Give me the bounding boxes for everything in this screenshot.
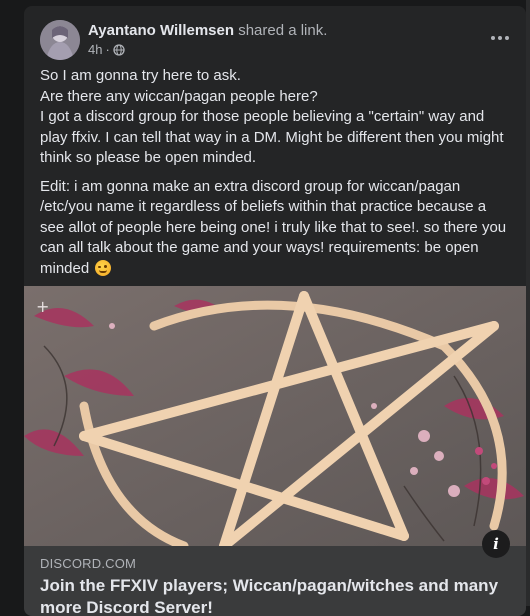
post-body: So I am gonna try here to ask. Are there… xyxy=(40,66,512,287)
link-title[interactable]: Join the FFXIV players; Wiccan/pagan/wit… xyxy=(40,575,510,616)
post-meta: 4h · xyxy=(88,42,125,57)
pentagram-artwork: + xyxy=(24,286,526,546)
post-line-2: Are there any wiccan/pagan people here? xyxy=(40,87,318,105)
post-header: Ayantano Willemsen shared a link. 4h · xyxy=(40,20,510,60)
avatar[interactable] xyxy=(40,20,80,60)
info-icon[interactable]: i xyxy=(482,530,510,558)
post-paragraph-edit: Edit: i am gonna make an extra discord g… xyxy=(40,177,512,280)
post-line-1: So I am gonna try here to ask. xyxy=(40,67,241,84)
post-paragraph-main: So I am gonna try here to ask. Are there… xyxy=(40,66,512,169)
smirk-emoji-icon xyxy=(95,259,112,276)
avatar-image xyxy=(40,20,80,60)
author-name[interactable]: Ayantano Willemsen xyxy=(88,22,234,39)
globe-icon[interactable] xyxy=(113,43,125,56)
scrollbar[interactable] xyxy=(526,0,530,606)
post-action: shared a link. xyxy=(238,22,328,39)
author-line: Ayantano Willemsen shared a link. xyxy=(88,21,327,40)
meta-separator: · xyxy=(105,42,110,57)
more-horizontal-icon[interactable] xyxy=(482,20,518,56)
link-domain: DISCORD.COM xyxy=(40,556,137,571)
svg-text:+: + xyxy=(36,297,49,316)
post-line-3: I got a discord group for those people b… xyxy=(40,108,504,166)
link-preview[interactable]: + i DISCORD.COM Join the FFXIV players; … xyxy=(24,286,526,616)
post-edit-text: Edit: i am gonna make an extra discord g… xyxy=(40,177,507,277)
link-preview-image[interactable]: + xyxy=(24,286,526,546)
post-timestamp[interactable]: 4h xyxy=(88,42,102,57)
post-card: Ayantano Willemsen shared a link. 4h · S… xyxy=(24,6,526,616)
